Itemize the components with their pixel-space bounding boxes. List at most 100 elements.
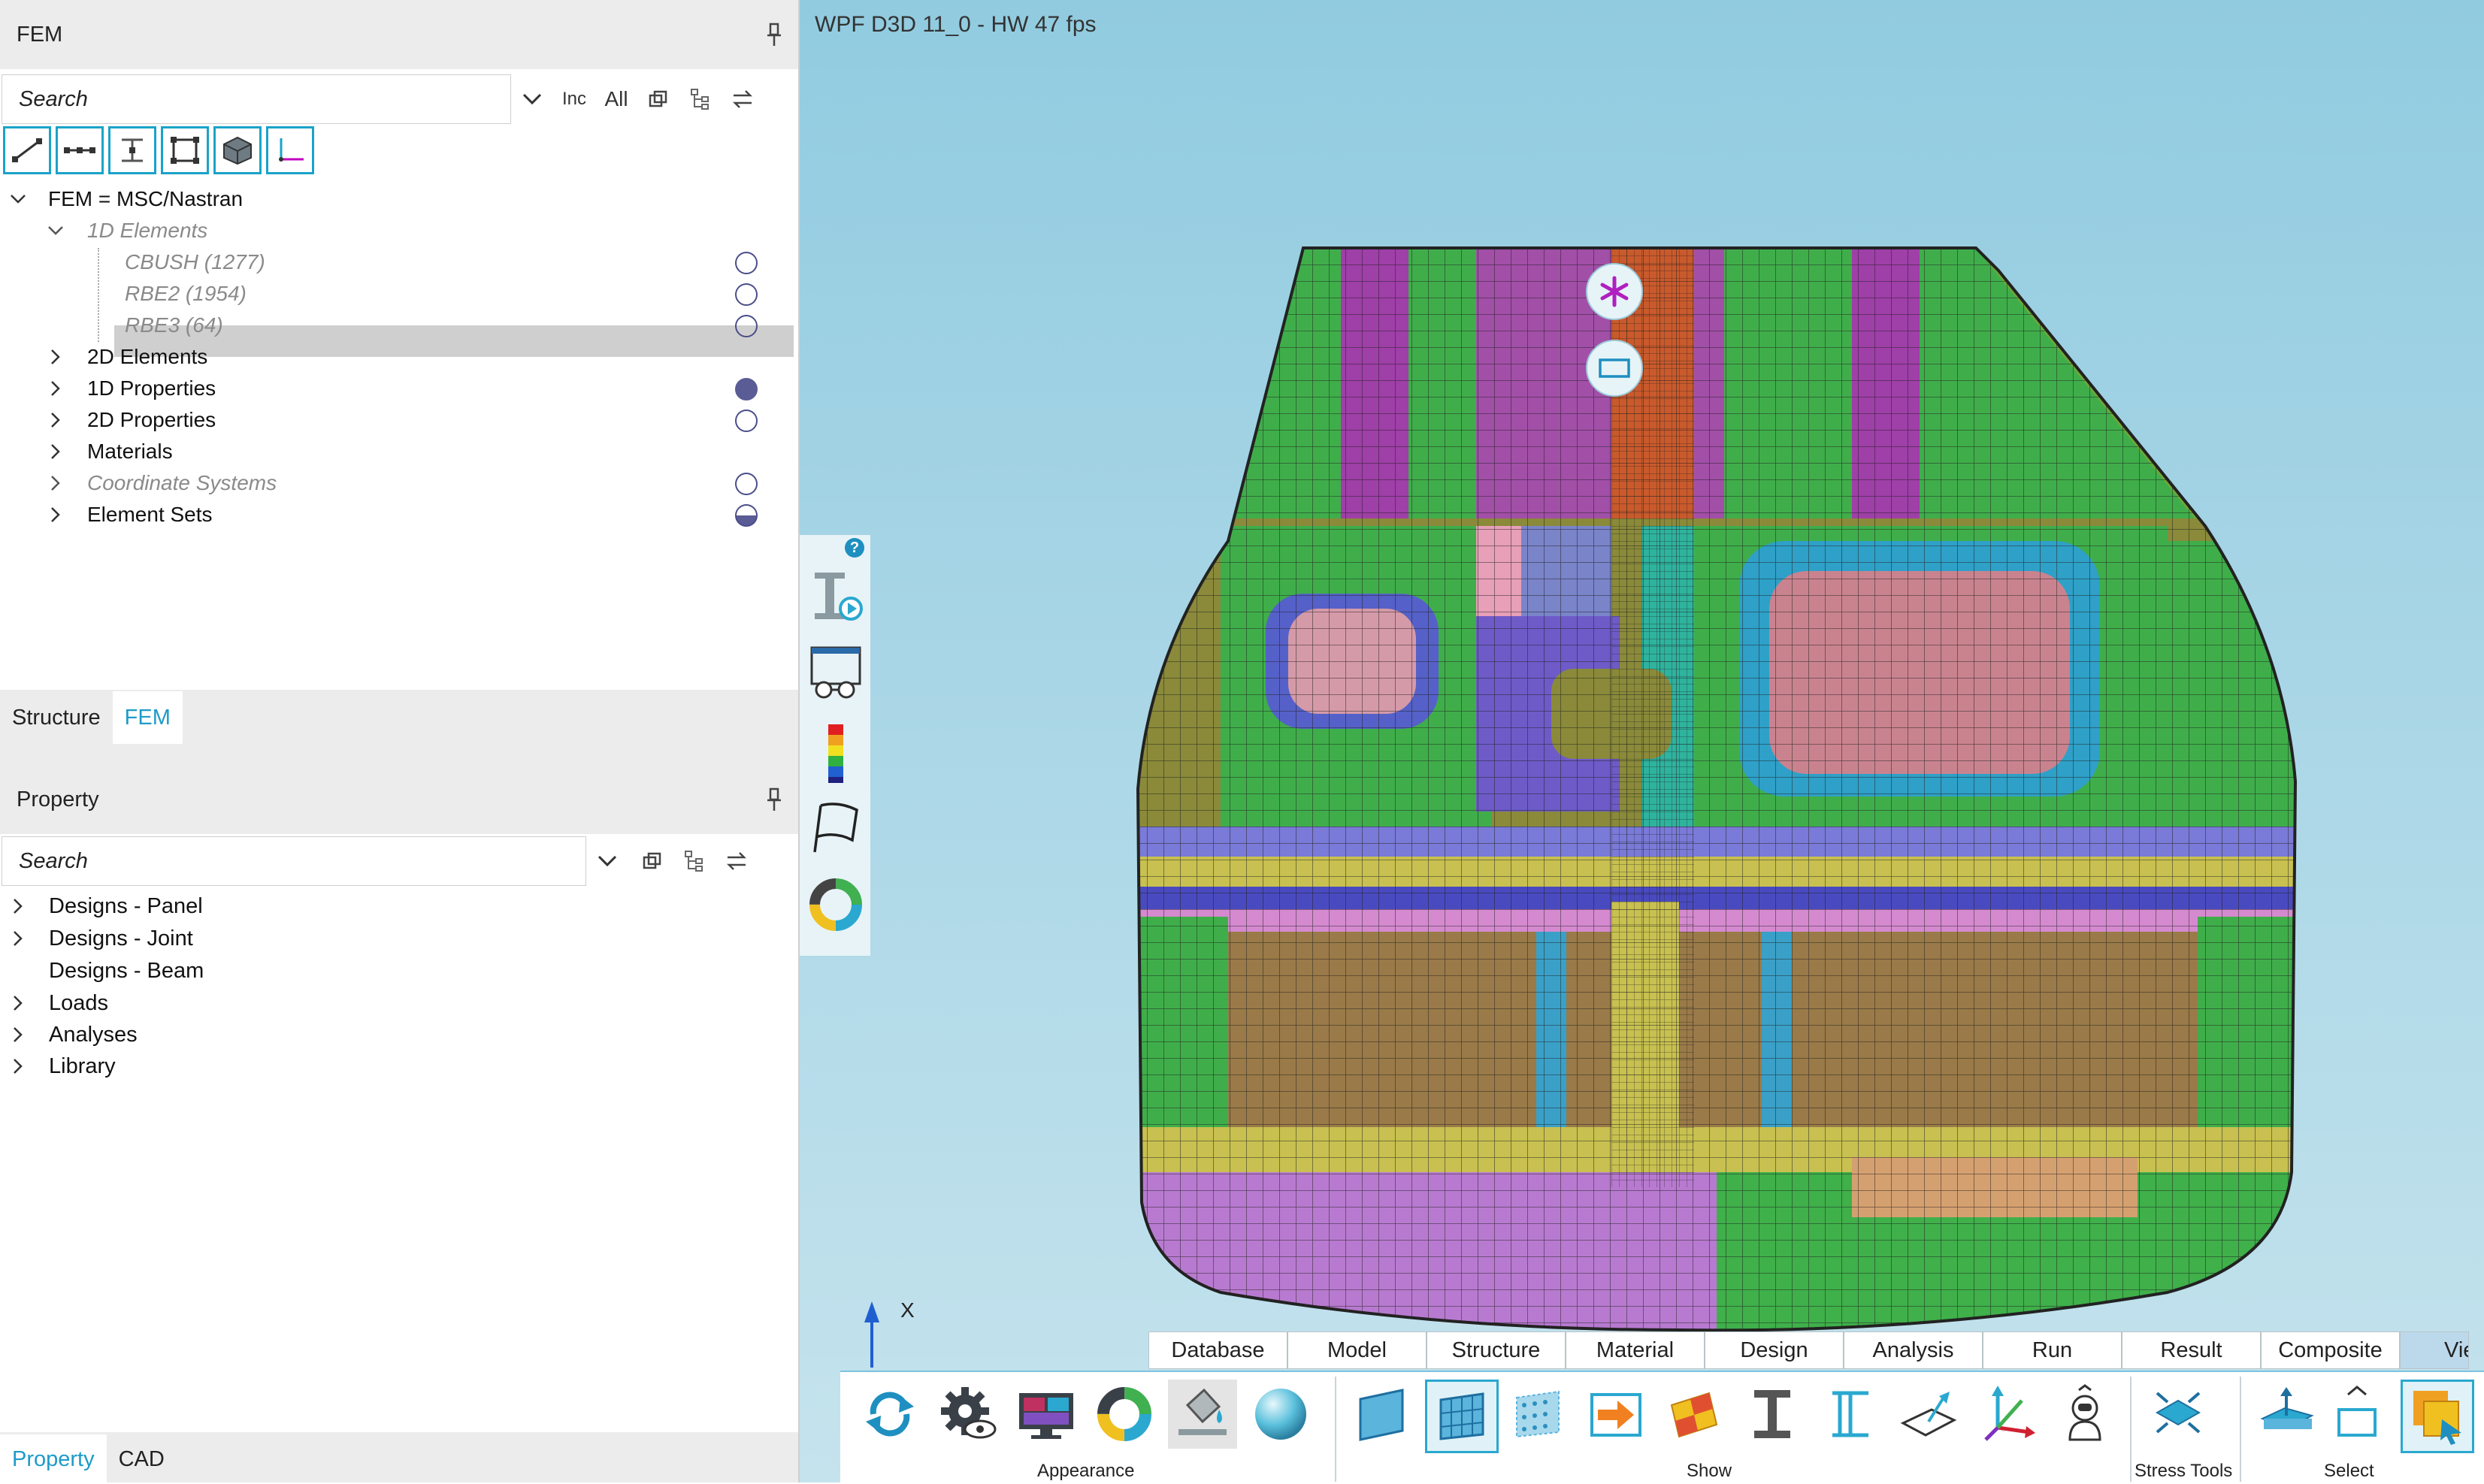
asterisk-tool-button[interactable] — [1586, 263, 1643, 320]
chevron-right-icon[interactable] — [9, 897, 27, 915]
display-color-icon[interactable] — [1012, 1380, 1081, 1449]
paint-bucket-icon[interactable] — [1168, 1380, 1237, 1449]
inc-filter-button[interactable]: Inc — [553, 77, 595, 122]
tab-model[interactable]: Model — [1287, 1331, 1427, 1369]
tree-item-designs-beam[interactable]: Designs - Beam — [49, 955, 204, 987]
chevron-right-icon[interactable] — [9, 1026, 27, 1044]
swap-icon[interactable] — [716, 839, 758, 884]
chevron-down-icon[interactable] — [511, 77, 553, 122]
tab-cad[interactable]: CAD — [107, 1434, 177, 1484]
tree-item-loads[interactable]: Loads — [9, 987, 108, 1019]
tree-item-cbush[interactable]: CBUSH (1277) — [125, 246, 265, 278]
visibility-toggle-half[interactable] — [735, 504, 758, 527]
rectangle-select-button[interactable] — [1586, 340, 1643, 397]
tree-item-2d-elements[interactable]: 2D Elements — [47, 341, 207, 373]
chevron-right-icon[interactable] — [47, 379, 65, 397]
fem-search-input[interactable]: Search — [2, 74, 511, 124]
tree-item-1d-properties[interactable]: 1D Properties — [47, 373, 216, 404]
help-badge[interactable]: ? — [845, 538, 864, 558]
chevron-right-icon[interactable] — [9, 929, 27, 948]
spring-element-icon[interactable] — [56, 126, 104, 174]
tab-run[interactable]: Run — [1983, 1331, 2122, 1369]
surface-panel-icon[interactable] — [1347, 1380, 1416, 1449]
visibility-toggle-empty[interactable] — [735, 410, 758, 432]
property-search-input[interactable]: Search — [2, 836, 586, 886]
mesh-grid-icon[interactable] — [1425, 1380, 1499, 1453]
color-legend-icon[interactable] — [821, 723, 851, 784]
shell-element-icon[interactable] — [161, 126, 209, 174]
tab-design[interactable]: Design — [1705, 1331, 1844, 1369]
solid-element-icon[interactable] — [213, 126, 262, 174]
i-beam-icon[interactable] — [1738, 1380, 1807, 1449]
tree-item-designs-panel[interactable]: Designs - Panel — [9, 890, 203, 922]
chevron-down-icon[interactable] — [586, 839, 628, 884]
visibility-toggle-empty[interactable] — [735, 283, 758, 306]
chevron-right-icon[interactable] — [47, 474, 65, 492]
tree-item-library[interactable]: Library — [9, 1050, 116, 1082]
sphere-icon[interactable] — [1246, 1380, 1315, 1449]
review-glasses-icon[interactable] — [809, 645, 863, 702]
chevron-right-icon[interactable] — [47, 348, 65, 366]
coordinate-axes-icon[interactable] — [1972, 1380, 2041, 1449]
chevron-right-icon[interactable] — [9, 1057, 27, 1075]
hierarchy-icon[interactable] — [679, 77, 722, 122]
tab-view[interactable]: Vie — [2400, 1331, 2469, 1369]
visibility-toggle-empty[interactable] — [735, 315, 758, 337]
dotted-mesh-icon[interactable] — [1503, 1380, 1572, 1449]
tab-structure-ribbon[interactable]: Structure — [1427, 1331, 1566, 1369]
coordinate-system-icon[interactable] — [266, 126, 314, 174]
chevron-down-icon[interactable] — [9, 190, 27, 208]
tree-item-rbe2[interactable]: RBE2 (1954) — [125, 278, 247, 310]
gear-eye-icon[interactable] — [933, 1380, 1003, 1449]
beam-element-icon[interactable] — [108, 126, 156, 174]
select-plane-icon[interactable] — [2252, 1380, 2321, 1449]
chevron-right-icon[interactable] — [47, 411, 65, 429]
visibility-toggle-empty[interactable] — [735, 473, 758, 495]
tab-fem[interactable]: FEM — [112, 691, 183, 744]
tree-item-rbe3[interactable]: RBE3 (64) — [125, 310, 223, 341]
tree-item-fem-root[interactable]: FEM = MSC/Nastran — [9, 183, 243, 215]
pin-icon[interactable] — [767, 23, 782, 47]
checker-surface-icon[interactable] — [1660, 1380, 1729, 1449]
color-wheel-icon[interactable] — [809, 878, 863, 932]
refresh-icon[interactable] — [855, 1380, 924, 1449]
copy-icon[interactable] — [637, 77, 679, 122]
select-rectangle-icon[interactable] — [2322, 1380, 2392, 1449]
tree-item-coordinate-systems[interactable]: Coordinate Systems — [47, 467, 277, 499]
stress-tools-icon[interactable] — [2144, 1380, 2213, 1449]
select-layers-icon[interactable] — [2401, 1380, 2474, 1453]
tree-item-analyses[interactable]: Analyses — [9, 1019, 138, 1050]
tree-item-2d-properties[interactable]: 2D Properties — [47, 404, 216, 436]
visibility-toggle-full[interactable] — [735, 378, 758, 400]
surface-normal-icon[interactable] — [1894, 1380, 1963, 1449]
tree-item-designs-joint[interactable]: Designs - Joint — [9, 923, 193, 954]
color-ring-icon[interactable] — [1090, 1380, 1159, 1449]
i-beam-outline-icon[interactable] — [1816, 1380, 1885, 1449]
tab-structure[interactable]: Structure — [0, 691, 113, 744]
beam-play-icon[interactable] — [809, 568, 863, 625]
arrow-box-icon[interactable] — [1581, 1380, 1650, 1449]
tab-composite[interactable]: Composite — [2261, 1331, 2400, 1369]
pin-icon[interactable] — [767, 787, 782, 812]
fem-model-render[interactable] — [800, 0, 2484, 1482]
chevron-right-icon[interactable] — [47, 443, 65, 461]
chevron-right-icon[interactable] — [47, 506, 65, 524]
tab-analysis[interactable]: Analysis — [1844, 1331, 1983, 1369]
tab-result[interactable]: Result — [2122, 1331, 2261, 1369]
tree-item-1d-elements[interactable]: 1D Elements — [47, 215, 207, 246]
hierarchy-icon[interactable] — [673, 839, 716, 884]
chevron-right-icon[interactable] — [9, 994, 27, 1012]
visibility-toggle-empty[interactable] — [735, 252, 758, 274]
tab-property[interactable]: Property — [0, 1434, 107, 1484]
copy-icon[interactable] — [631, 839, 673, 884]
tab-material[interactable]: Material — [1566, 1331, 1705, 1369]
bar-element-icon[interactable] — [3, 126, 51, 174]
flag-icon[interactable] — [809, 799, 863, 855]
tree-item-materials[interactable]: Materials — [47, 436, 173, 467]
tab-database[interactable]: Database — [1148, 1331, 1287, 1369]
tree-item-element-sets[interactable]: Element Sets — [47, 499, 213, 530]
all-filter-button[interactable]: All — [595, 77, 637, 122]
astronaut-icon[interactable] — [2050, 1380, 2119, 1449]
chevron-down-icon[interactable] — [47, 222, 65, 240]
3d-viewport[interactable]: WPF D3D 11_0 - HW 47 fps ? X — [800, 0, 2484, 1482]
